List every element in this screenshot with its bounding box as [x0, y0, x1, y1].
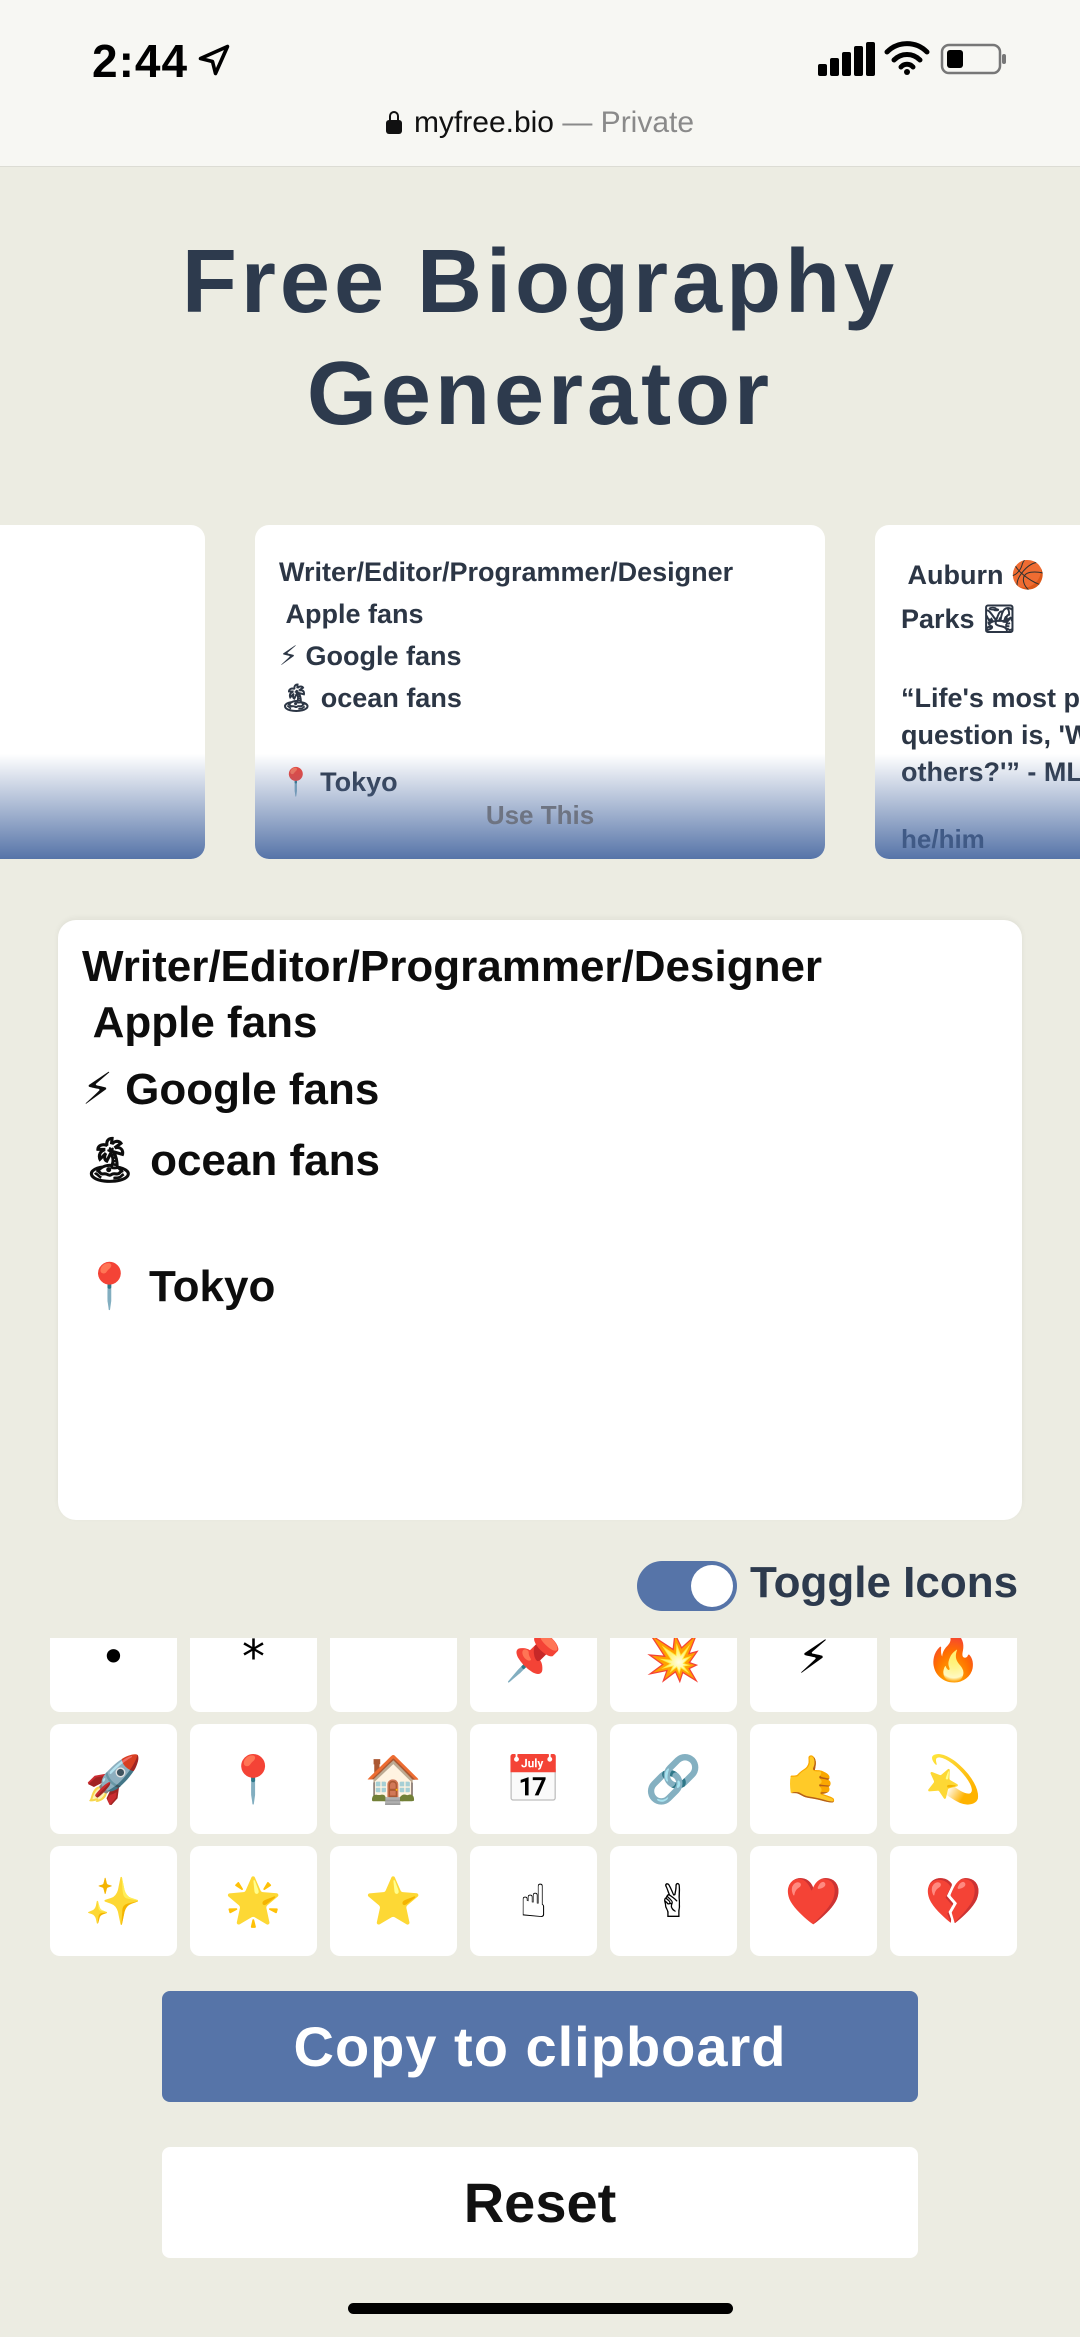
cellular-signal-icon [818, 42, 875, 76]
template-card-pronouns: he/him [901, 824, 985, 854]
private-label: — Private [562, 106, 695, 139]
bio-line: ⚡ Google fans [82, 1065, 380, 1114]
emoji-tile[interactable]: 🏠 [330, 1724, 457, 1834]
address-bar[interactable]: myfree.bio — Private [0, 106, 1080, 140]
emoji-tile[interactable]: 💥 [610, 1638, 737, 1712]
toggle-icons-switch[interactable] [637, 1561, 737, 1611]
emoji-tile[interactable]: ❤️ [750, 1846, 877, 1956]
page-title: Free Biography Generator [0, 226, 1080, 450]
emoji-tile[interactable]: ⚡ [750, 1638, 877, 1712]
template-card-current[interactable]: Writer/Editor/Programmer/Designer Apple … [255, 525, 825, 859]
template-card-previous[interactable] [0, 525, 205, 859]
toggle-knob [691, 1565, 733, 1607]
bio-line: Apple fans [82, 998, 318, 1047]
emoji-tile[interactable]: 💫 [890, 1724, 1017, 1834]
emoji-tile[interactable]: 🔥 [890, 1638, 1017, 1712]
card-fade [0, 754, 205, 859]
emoji-tile[interactable]: 🔗 [610, 1724, 737, 1834]
page-title-line1: Free Biography [181, 232, 899, 332]
emoji-tile[interactable]: 💔 [890, 1846, 1017, 1956]
emoji-tile[interactable]: 📅 [470, 1724, 597, 1834]
emoji-tile[interactable]: 🤙 [750, 1724, 877, 1834]
bio-line: 🏝 ocean fans [82, 1136, 380, 1185]
emoji-tile[interactable]: 📌 [470, 1638, 597, 1712]
bio-line: Writer/Editor/Programmer/Designer [82, 942, 823, 991]
lock-icon [385, 111, 402, 134]
emoji-tile[interactable]: * [190, 1638, 317, 1712]
emoji-tile[interactable]: ⭐ [330, 1846, 457, 1956]
wifi-icon [884, 41, 930, 75]
emoji-tile[interactable]: ✌ [610, 1846, 737, 1956]
template-card-text: Auburn 🏀 Parks 🏞 [901, 560, 1045, 634]
emoji-picker-grid[interactable]: • * 📌 💥 ⚡ 🔥 🚀 📍 🏠 📅 🔗 🤙 💫 ✨ 🌟 ⭐ ☝ ✌ ❤️ 💔 [50, 1638, 1020, 1958]
use-this-button[interactable]: Use This [255, 800, 825, 831]
toggle-icons-label: Toggle Icons [750, 1558, 1019, 1607]
copy-to-clipboard-button[interactable]: Copy to clipboard [162, 1991, 918, 2102]
url-text: myfree.bio [413, 106, 554, 139]
location-arrow-icon [198, 44, 230, 76]
reset-button[interactable]: Reset [162, 2147, 918, 2258]
emoji-tile[interactable] [330, 1638, 457, 1712]
page-title-line2: Generator [306, 344, 774, 444]
emoji-tile[interactable]: 📍 [190, 1724, 317, 1834]
emoji-tile[interactable]: ☝ [470, 1846, 597, 1956]
emoji-tile[interactable]: ✨ [50, 1846, 177, 1956]
emoji-tile[interactable]: • [50, 1638, 177, 1712]
bio-textarea[interactable]: Writer/Editor/Programmer/Designer Apple … [58, 920, 1022, 1520]
emoji-tile[interactable]: 🌟 [190, 1846, 317, 1956]
battery-icon [940, 43, 1006, 75]
status-bar: 2:44 myfree.bio — Private [0, 0, 1080, 167]
emoji-tile[interactable]: 🚀 [50, 1724, 177, 1834]
bio-line: 📍 Tokyo [82, 1262, 276, 1311]
template-card-next[interactable]: Auburn 🏀 Parks 🏞 “Life's most p question… [875, 525, 1080, 859]
home-indicator [348, 2303, 733, 2314]
status-time: 2:44 [92, 35, 189, 87]
